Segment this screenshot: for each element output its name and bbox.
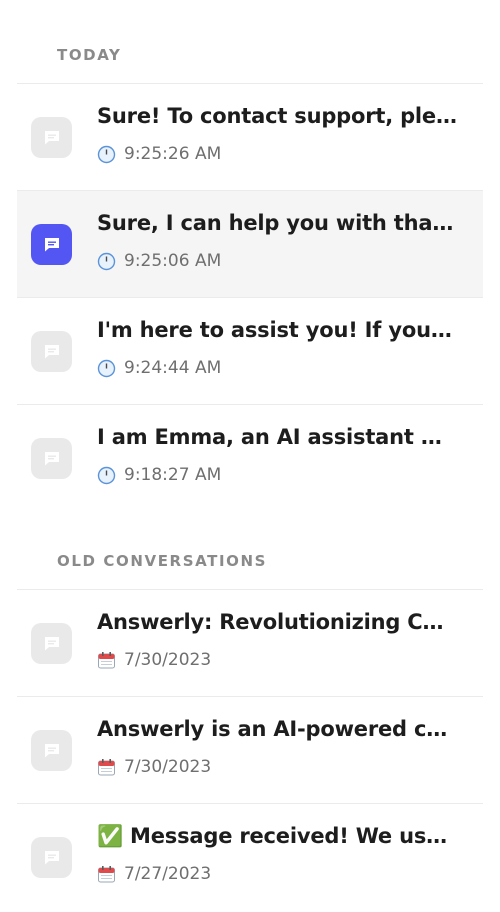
conversation-title: Answerly: Revolutionizing C… [97, 610, 444, 634]
conversation-time: 9:18:27 AM [97, 465, 221, 485]
conversation-item[interactable]: ✅ Message received! We usu… 7/27/2023 [17, 804, 483, 911]
chat-bubble-icon [31, 837, 72, 878]
section-label-old-conversations: OLD CONVERSATIONS [57, 552, 268, 570]
chat-bubble-icon [31, 224, 72, 265]
clock-icon [97, 466, 116, 485]
calendar-icon [97, 758, 116, 777]
time-text: 9:24:44 AM [124, 358, 222, 378]
conversation-title: I'm here to assist you! If you … [97, 318, 457, 342]
conversation-item[interactable]: Answerly is an AI-powered c… 7/30/2023 [17, 697, 483, 804]
conversation-title: Sure! To contact support, ple… [97, 104, 457, 128]
conversation-date: 7/30/2023 [97, 650, 211, 670]
conversation-time: 9:25:06 AM [97, 251, 221, 271]
chat-bubble-icon [31, 331, 72, 372]
time-text: 9:25:26 AM [124, 144, 222, 164]
date-text: 7/27/2023 [124, 864, 212, 884]
conversation-list: TODAY Sure! To contact support, ple… 9:2… [0, 0, 500, 912]
section-label-today: TODAY [57, 46, 122, 64]
chat-bubble-icon [31, 117, 72, 158]
conversation-date: 7/30/2023 [97, 757, 211, 777]
clock-icon [97, 252, 116, 271]
chat-bubble-icon [31, 730, 72, 771]
calendar-icon [97, 651, 116, 670]
conversation-item[interactable]: I'm here to assist you! If you … 9:24:44… [17, 298, 483, 405]
date-text: 7/30/2023 [124, 650, 212, 670]
clock-icon [97, 359, 116, 378]
conversation-item-active[interactable]: Sure, I can help you with that… 9:25:06 … [17, 191, 483, 298]
calendar-icon [97, 865, 116, 884]
conversation-title: I am Emma, an AI assistant w… [97, 425, 457, 449]
conversation-time: 9:25:26 AM [97, 144, 221, 164]
time-text: 9:18:27 AM [124, 465, 222, 485]
conversation-time: 9:24:44 AM [97, 358, 221, 378]
clock-icon [97, 145, 116, 164]
conversation-item[interactable]: Answerly: Revolutionizing C… 7/30/2023 [17, 590, 483, 697]
date-text: 7/30/2023 [124, 757, 212, 777]
chat-bubble-icon [31, 438, 72, 479]
conversation-title: ✅ Message received! We usu… [97, 824, 457, 848]
conversation-date: 7/27/2023 [97, 864, 211, 884]
time-text: 9:25:06 AM [124, 251, 222, 271]
chat-bubble-icon [31, 623, 72, 664]
conversation-title: Sure, I can help you with that… [97, 211, 457, 235]
conversation-title: Answerly is an AI-powered c… [97, 717, 448, 741]
conversation-item[interactable]: Sure! To contact support, ple… 9:25:26 A… [17, 84, 483, 191]
conversation-item[interactable]: I am Emma, an AI assistant w… 9:18:27 AM [17, 405, 483, 512]
